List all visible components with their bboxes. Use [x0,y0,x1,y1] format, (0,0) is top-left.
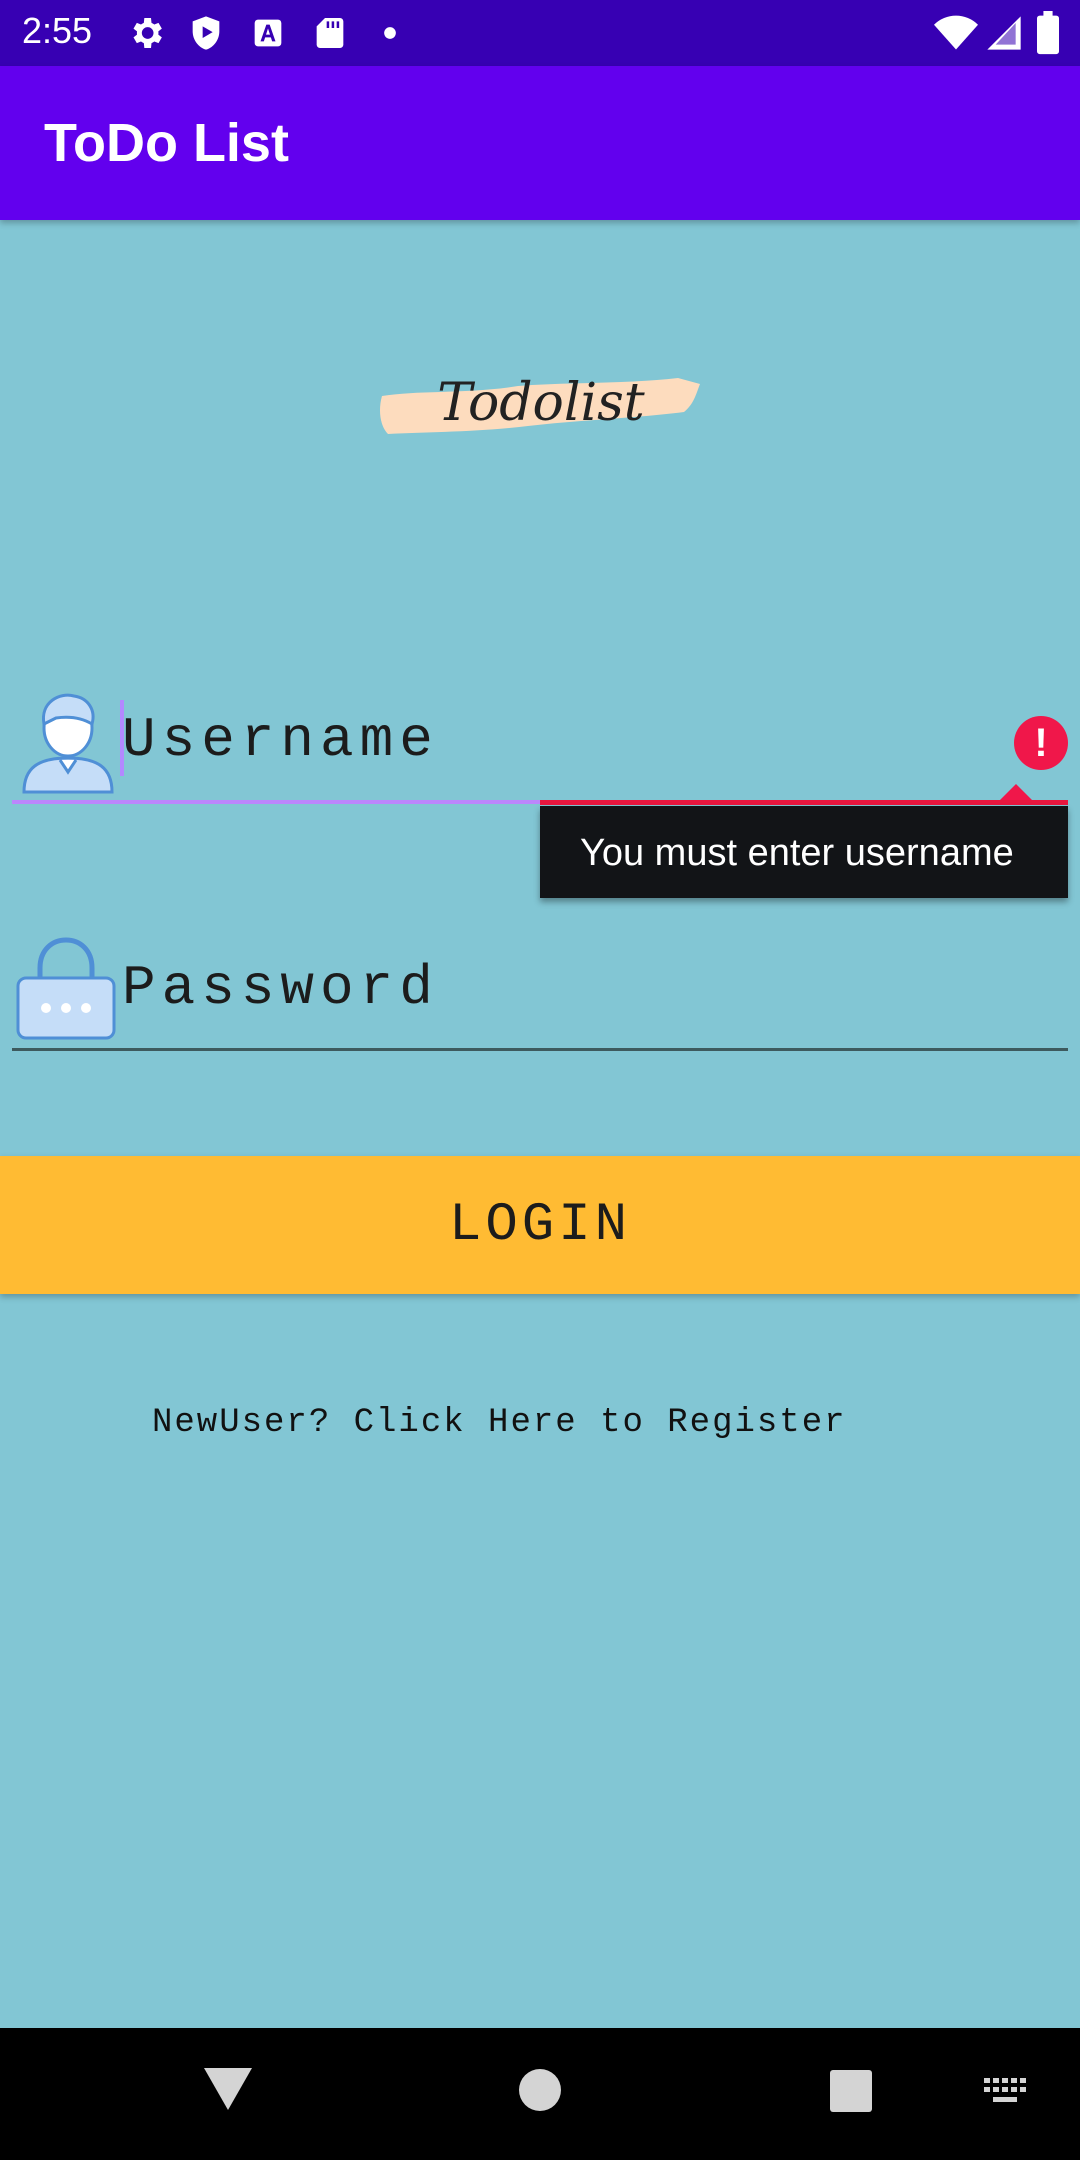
username-underline [12,800,540,804]
login-button[interactable]: LOGIN [0,1156,1080,1294]
navigation-bar [0,2028,1080,2160]
error-tooltip-arrow [1000,784,1032,800]
status-bar: 2:55 [0,0,1080,66]
home-icon[interactable] [518,2068,562,2112]
battery-icon [1037,11,1059,55]
username-error-tooltip: You must enter username [540,806,1068,898]
keyboard-icon[interactable] [984,2078,1028,2108]
sd-card-icon [316,18,344,48]
text-a-icon [254,19,282,47]
user-avatar-icon [22,693,114,794]
register-link[interactable]: NewUser? Click Here to Register [152,1404,847,1442]
username-error-text: You must enter username [580,832,1014,874]
username-error-underline [540,800,1068,805]
app-title: ToDo List [44,113,289,173]
settings-icon [133,18,162,48]
app-bar: ToDo List [0,66,1080,220]
status-time: 2:55 [22,10,93,51]
password-underline [12,1048,1068,1051]
shield-play-icon [192,16,220,50]
back-icon[interactable] [202,2066,254,2112]
wifi-icon [934,15,978,50]
todolist-logo: Todolist [380,373,700,434]
dot-icon [384,27,396,39]
logo-text: Todolist [437,373,644,433]
signal-icon [987,16,1021,50]
username-input[interactable]: Username [122,708,439,772]
error-icon: ! [1014,716,1068,770]
recents-icon[interactable] [830,2070,872,2112]
password-input[interactable]: Password [122,956,439,1020]
lock-icon [16,937,116,1040]
